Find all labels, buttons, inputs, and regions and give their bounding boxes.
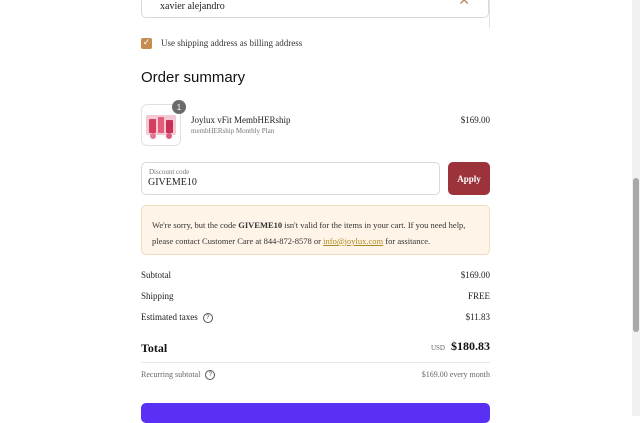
- help-icon[interactable]: ?: [202, 312, 213, 323]
- recurring-subtotal-row: Recurring subtotal? $169.00 every month: [141, 370, 490, 381]
- shipping-name-input[interactable]: xavier alejandro ✕: [141, 0, 489, 18]
- taxes-label: Estimated taxes: [141, 312, 198, 322]
- subtotal-value: $169.00: [460, 270, 490, 280]
- scrollbar-thumb[interactable]: [633, 178, 639, 332]
- taxes-value: $11.83: [465, 312, 490, 322]
- summary-divider: [141, 362, 490, 363]
- recurring-value: $169.00 every month: [421, 370, 490, 379]
- subtotal-row: Subtotal $169.00: [141, 270, 490, 280]
- taxes-row: Estimated taxes? $11.83: [141, 312, 490, 323]
- discount-error-message: We're sorry, but the code GIVEME10 isn't…: [141, 205, 490, 255]
- total-amount-group: USD $180.83: [431, 339, 490, 354]
- product-plan: membHERship Monthly Plan: [191, 127, 275, 135]
- help-icon[interactable]: ?: [205, 370, 216, 381]
- recurring-label: Recurring subtotal: [141, 370, 201, 379]
- discount-code-field[interactable]: Discount code: [141, 162, 440, 195]
- product-price: $169.00: [460, 115, 490, 125]
- shipping-name-value: xavier alejandro: [160, 1, 225, 12]
- customer-care-email-link[interactable]: info@joylux.com: [323, 236, 383, 246]
- product-name: Joylux vFit MembHERship: [191, 115, 291, 125]
- pay-now-button[interactable]: [141, 403, 490, 423]
- total-currency: USD: [430, 344, 445, 352]
- address-panel-edge: [489, 0, 490, 28]
- discount-code-label: Discount code: [149, 168, 190, 176]
- discount-code-input[interactable]: [148, 177, 428, 188]
- total-value: $180.83: [451, 339, 490, 353]
- shipping-value: FREE: [467, 291, 490, 301]
- error-text-start: We're sorry, but the code: [152, 220, 239, 230]
- close-icon[interactable]: ✕: [458, 0, 470, 9]
- billing-checkbox[interactable]: ✓: [141, 37, 152, 49]
- total-row: Total USD $180.83: [141, 339, 490, 357]
- total-label: Total: [141, 341, 168, 355]
- shipping-row: Shipping FREE: [141, 291, 490, 301]
- billing-address-option[interactable]: ✓ Use shipping address as billing addres…: [141, 37, 302, 49]
- order-summary-title: Order summary: [141, 69, 246, 86]
- checkmark-icon: ✓: [142, 38, 151, 48]
- quantity-badge: 1: [172, 100, 186, 114]
- billing-checkbox-label: Use shipping address as billing address: [161, 38, 303, 48]
- apply-discount-button[interactable]: Apply: [448, 162, 490, 195]
- error-text-end: for assitance.: [383, 236, 431, 246]
- subtotal-label: Subtotal: [141, 270, 172, 280]
- shipping-label: Shipping: [141, 291, 174, 301]
- error-code: GIVEME10: [238, 220, 283, 230]
